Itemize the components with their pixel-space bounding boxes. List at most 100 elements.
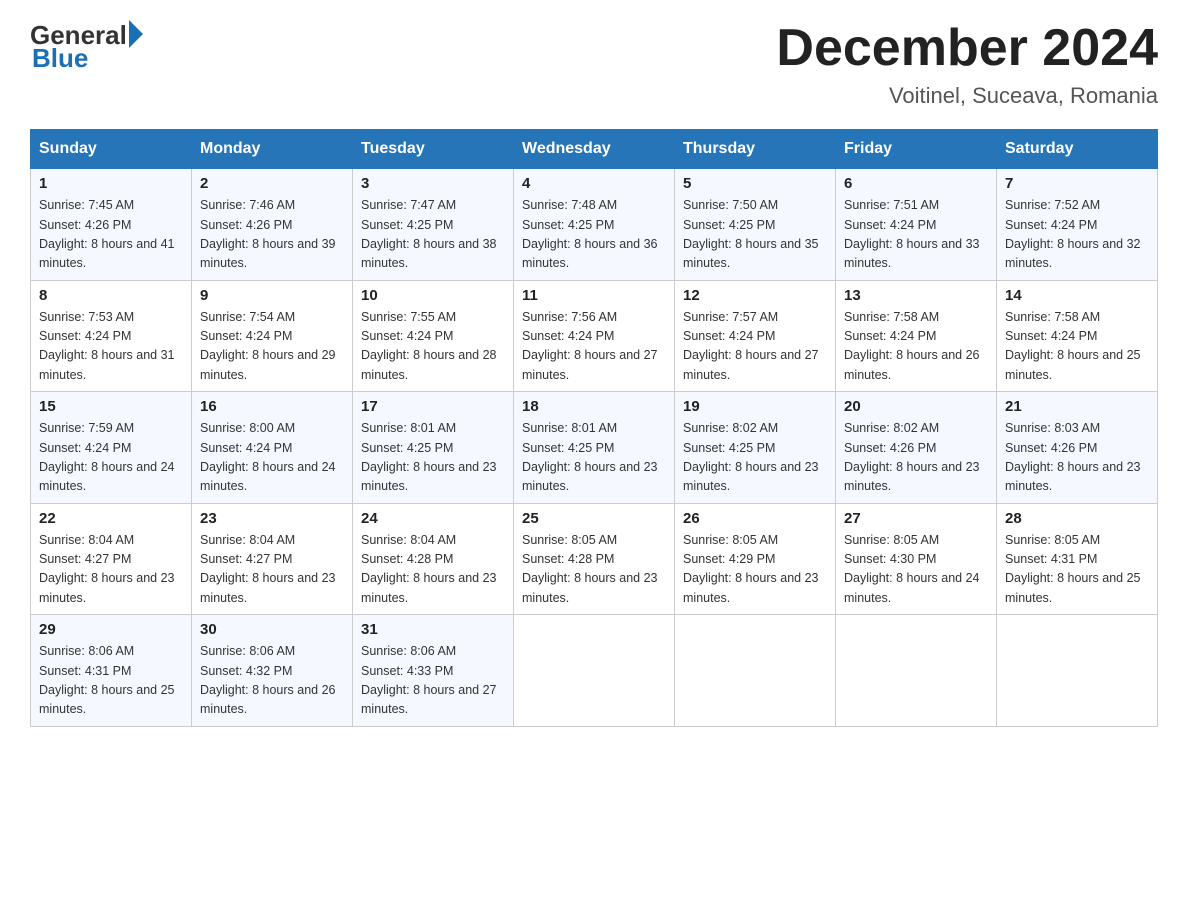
calendar-cell: 25 Sunrise: 8:05 AMSunset: 4:28 PMDayligh… [514,503,675,615]
calendar-cell: 12Sunrise: 7:57 AMSunset: 4:24 PMDayligh… [675,280,836,392]
day-number: 19 [683,398,827,415]
month-title: December 2024 [776,20,1158,77]
calendar-cell: 30 Sunrise: 8:06 AMSunset: 4:32 PMDayligh… [192,615,353,727]
day-info: Sunrise: 8:04 AMSunset: 4:27 PMDaylight:… [39,531,183,609]
calendar-week-row: 29 Sunrise: 8:06 AMSunset: 4:31 PMDayligh… [31,615,1158,727]
header-friday: Friday [836,130,997,169]
day-number: 27 [844,510,988,527]
calendar-cell: 22Sunrise: 8:04 AMSunset: 4:27 PMDayligh… [31,503,192,615]
calendar-cell: 13Sunrise: 7:58 AMSunset: 4:24 PMDayligh… [836,280,997,392]
header-sunday: Sunday [31,130,192,169]
logo-blue-text: Blue [30,43,88,74]
day-number: 25 [522,510,666,527]
day-info: Sunrise: 8:04 AMSunset: 4:27 PMDaylight:… [200,531,344,609]
calendar-week-row: 15 Sunrise: 7:59 AMSunset: 4:24 PMDayligh… [31,392,1158,504]
day-number: 3 [361,175,505,192]
day-number: 18 [522,398,666,415]
day-info: Sunrise: 7:47 AMSunset: 4:25 PMDaylight:… [361,196,505,274]
day-number: 31 [361,621,505,638]
day-number: 8 [39,287,183,304]
day-info: Sunrise: 7:46 AMSunset: 4:26 PMDaylight:… [200,196,344,274]
day-info: Sunrise: 8:04 AMSunset: 4:28 PMDaylight:… [361,531,505,609]
day-info: Sunrise: 8:05 AMSunset: 4:28 PMDaylight:… [522,531,666,609]
logo-arrow-icon [129,20,143,48]
day-info: Sunrise: 7:54 AMSunset: 4:24 PMDaylight:… [200,308,344,386]
day-info: Sunrise: 8:02 AMSunset: 4:26 PMDaylight:… [844,419,988,497]
day-info: Sunrise: 7:55 AMSunset: 4:24 PMDaylight:… [361,308,505,386]
calendar-cell: 26 Sunrise: 8:05 AMSunset: 4:29 PMDayligh… [675,503,836,615]
calendar-cell: 27 Sunrise: 8:05 AMSunset: 4:30 PMDayligh… [836,503,997,615]
day-number: 26 [683,510,827,527]
day-info: Sunrise: 8:01 AMSunset: 4:25 PMDaylight:… [522,419,666,497]
calendar-week-row: 22Sunrise: 8:04 AMSunset: 4:27 PMDayligh… [31,503,1158,615]
day-number: 7 [1005,175,1149,192]
day-number: 15 [39,398,183,415]
calendar-cell [675,615,836,727]
calendar-cell [836,615,997,727]
day-info: Sunrise: 8:06 AMSunset: 4:31 PMDaylight:… [39,642,183,720]
day-number: 28 [1005,510,1149,527]
day-number: 30 [200,621,344,638]
day-info: Sunrise: 7:52 AMSunset: 4:24 PMDaylight:… [1005,196,1149,274]
calendar-cell: 14 Sunrise: 7:58 AMSunset: 4:24 PMDayligh… [997,280,1158,392]
calendar-week-row: 8 Sunrise: 7:53 AMSunset: 4:24 PMDaylight… [31,280,1158,392]
day-number: 16 [200,398,344,415]
page-header: General Blue December 2024 Voitinel, Suc… [30,20,1158,109]
day-info: Sunrise: 8:06 AMSunset: 4:32 PMDaylight:… [200,642,344,720]
calendar-cell: 2Sunrise: 7:46 AMSunset: 4:26 PMDaylight… [192,169,353,281]
calendar-cell: 31 Sunrise: 8:06 AMSunset: 4:33 PMDayligh… [353,615,514,727]
day-info: Sunrise: 8:05 AMSunset: 4:30 PMDaylight:… [844,531,988,609]
day-number: 5 [683,175,827,192]
day-info: Sunrise: 7:51 AMSunset: 4:24 PMDaylight:… [844,196,988,274]
calendar-cell: 3 Sunrise: 7:47 AMSunset: 4:25 PMDaylight… [353,169,514,281]
calendar-cell: 29 Sunrise: 8:06 AMSunset: 4:31 PMDayligh… [31,615,192,727]
calendar-cell: 19Sunrise: 8:02 AMSunset: 4:25 PMDayligh… [675,392,836,504]
day-info: Sunrise: 8:00 AMSunset: 4:24 PMDaylight:… [200,419,344,497]
day-number: 21 [1005,398,1149,415]
day-info: Sunrise: 7:50 AMSunset: 4:25 PMDaylight:… [683,196,827,274]
day-number: 9 [200,287,344,304]
day-info: Sunrise: 7:59 AMSunset: 4:24 PMDaylight:… [39,419,183,497]
calendar-cell: 9 Sunrise: 7:54 AMSunset: 4:24 PMDaylight… [192,280,353,392]
logo: General Blue [30,20,143,74]
day-info: Sunrise: 7:48 AMSunset: 4:25 PMDaylight:… [522,196,666,274]
day-info: Sunrise: 7:56 AMSunset: 4:24 PMDaylight:… [522,308,666,386]
day-number: 1 [39,175,183,192]
calendar-cell: 10 Sunrise: 7:55 AMSunset: 4:24 PMDayligh… [353,280,514,392]
day-number: 23 [200,510,344,527]
calendar-cell: 16 Sunrise: 8:00 AMSunset: 4:24 PMDayligh… [192,392,353,504]
day-number: 24 [361,510,505,527]
day-number: 20 [844,398,988,415]
calendar-cell: 17 Sunrise: 8:01 AMSunset: 4:25 PMDayligh… [353,392,514,504]
calendar-cell: 8 Sunrise: 7:53 AMSunset: 4:24 PMDaylight… [31,280,192,392]
header-tuesday: Tuesday [353,130,514,169]
calendar-cell [514,615,675,727]
calendar-cell: 5 Sunrise: 7:50 AMSunset: 4:25 PMDaylight… [675,169,836,281]
calendar-cell: 20 Sunrise: 8:02 AMSunset: 4:26 PMDayligh… [836,392,997,504]
day-info: Sunrise: 7:53 AMSunset: 4:24 PMDaylight:… [39,308,183,386]
calendar-table: SundayMondayTuesdayWednesdayThursdayFrid… [30,129,1158,727]
day-number: 4 [522,175,666,192]
calendar-cell: 23 Sunrise: 8:04 AMSunset: 4:27 PMDayligh… [192,503,353,615]
calendar-cell: 11Sunrise: 7:56 AMSunset: 4:24 PMDayligh… [514,280,675,392]
header-monday: Monday [192,130,353,169]
day-info: Sunrise: 7:57 AMSunset: 4:24 PMDaylight:… [683,308,827,386]
calendar-cell: 18 Sunrise: 8:01 AMSunset: 4:25 PMDayligh… [514,392,675,504]
day-info: Sunrise: 7:58 AMSunset: 4:24 PMDaylight:… [1005,308,1149,386]
header-wednesday: Wednesday [514,130,675,169]
day-info: Sunrise: 8:05 AMSunset: 4:29 PMDaylight:… [683,531,827,609]
day-info: Sunrise: 8:06 AMSunset: 4:33 PMDaylight:… [361,642,505,720]
day-number: 10 [361,287,505,304]
calendar-cell: 4 Sunrise: 7:48 AMSunset: 4:25 PMDaylight… [514,169,675,281]
calendar-cell: 15 Sunrise: 7:59 AMSunset: 4:24 PMDayligh… [31,392,192,504]
day-number: 17 [361,398,505,415]
day-info: Sunrise: 8:05 AMSunset: 4:31 PMDaylight:… [1005,531,1149,609]
calendar-cell: 6Sunrise: 7:51 AMSunset: 4:24 PMDaylight… [836,169,997,281]
header-thursday: Thursday [675,130,836,169]
day-number: 13 [844,287,988,304]
calendar-cell: 21Sunrise: 8:03 AMSunset: 4:26 PMDayligh… [997,392,1158,504]
day-info: Sunrise: 8:01 AMSunset: 4:25 PMDaylight:… [361,419,505,497]
header-saturday: Saturday [997,130,1158,169]
day-number: 29 [39,621,183,638]
day-number: 14 [1005,287,1149,304]
